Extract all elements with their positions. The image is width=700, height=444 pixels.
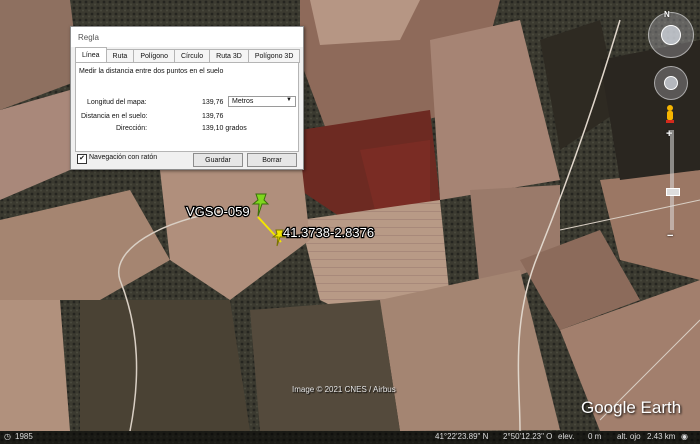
status-bar: ◷ 1985 41°22'23.89" N 2°50'12.23" O elev… <box>0 431 700 444</box>
latitude-readout: 41°22'23.89" N <box>435 432 489 441</box>
timeline-clock-icon[interactable]: ◷ <box>4 432 11 441</box>
clear-button[interactable]: Borrar <box>247 153 297 167</box>
longitude-readout: 2°50'12.23" O <box>503 432 553 441</box>
dialog-description: Medir la distancia entre dos puntos en e… <box>79 68 224 75</box>
tab-ruta-3d[interactable]: Ruta 3D <box>209 49 249 63</box>
zoom-slider[interactable] <box>670 130 674 230</box>
mouse-nav-label: Navegación con ratón <box>89 154 158 161</box>
cursor-coords-label: 41.3738-2.8376 <box>283 225 374 240</box>
tab-circulo[interactable]: Círculo <box>173 49 211 63</box>
eye-altitude-value: 2.43 km <box>647 432 676 441</box>
north-indicator[interactable]: N <box>664 10 670 19</box>
mouse-nav-checkbox[interactable]: ✔ <box>77 154 87 164</box>
unit-select-value: Metros <box>232 98 254 105</box>
ruler-dialog[interactable]: Regla Línea Ruta Polígono Círculo Ruta 3… <box>70 26 304 170</box>
imagery-copyright: Image © 2021 CNES / Airbus <box>292 385 396 394</box>
google-earth-logo: Google Earth <box>581 398 682 417</box>
elevation-label: elev. <box>558 432 575 441</box>
move-center-icon[interactable] <box>664 76 678 90</box>
chevron-down-icon: ▼ <box>286 97 292 103</box>
direction-label: Dirección: <box>116 125 148 132</box>
zoom-out-button[interactable]: − <box>667 230 673 242</box>
tab-ruta[interactable]: Ruta <box>105 49 135 63</box>
look-center-icon[interactable] <box>661 25 681 45</box>
ground-distance-label: Distancia en el suelo: <box>81 113 148 120</box>
tab-poligono[interactable]: Polígono <box>133 49 175 63</box>
map-length-label: Longitud del mapa: <box>87 99 147 106</box>
imagery-year: 1985 <box>15 432 33 441</box>
dialog-footer: ✔ Navegación con ratón Guardar Borrar <box>75 153 299 167</box>
dialog-title: Regla <box>78 32 99 42</box>
map-length-value: 139,76 <box>202 99 224 106</box>
dialog-titlebar[interactable]: Regla <box>71 27 303 47</box>
placemark-label: VGSO-059 <box>186 204 250 219</box>
elevation-value: 0 m <box>588 432 602 441</box>
tab-poligono-3d[interactable]: Polígono 3D <box>247 49 301 63</box>
save-button[interactable]: Guardar <box>193 153 243 167</box>
direction-value: 139,10 grados <box>202 125 247 132</box>
unit-select[interactable]: Metros ▼ <box>228 96 296 107</box>
streaming-icon: ◉ <box>681 432 688 441</box>
zoom-slider-handle[interactable] <box>666 188 680 196</box>
street-view-pegman-icon[interactable] <box>664 104 676 124</box>
tab-linea[interactable]: Línea <box>75 47 107 63</box>
map-labels: VGSO-059 41.3738-2.8376 <box>185 203 376 242</box>
dialog-tabs: Línea Ruta Polígono Círculo Ruta 3D Polí… <box>75 47 301 63</box>
ground-distance-value: 139,76 <box>202 113 224 120</box>
dialog-panel: Medir la distancia entre dos puntos en e… <box>75 62 299 152</box>
eye-altitude-label: alt. ojo <box>617 432 641 441</box>
